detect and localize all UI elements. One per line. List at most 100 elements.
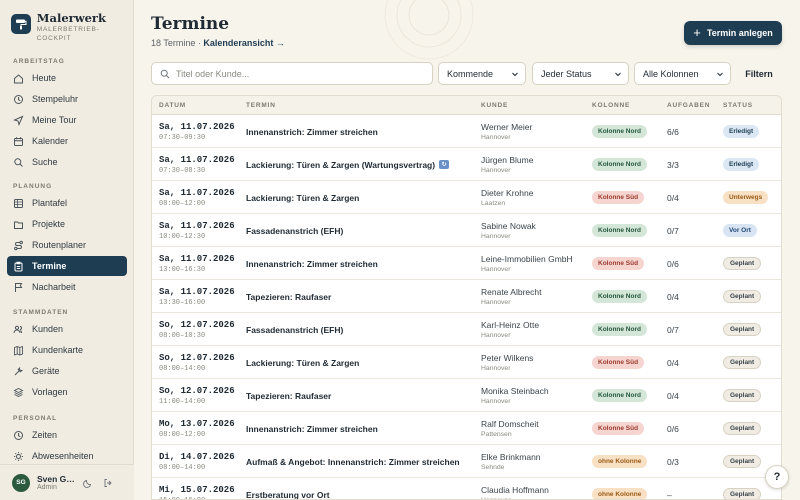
header-customer[interactable]: KUNDE <box>481 96 508 115</box>
header-date[interactable]: DATUM <box>159 96 186 115</box>
sidebar-item-label: Kalender <box>32 136 69 146</box>
sidebar-item-abwesenheiten[interactable]: Abwesenheiten <box>7 446 127 466</box>
time-filter-select[interactable]: Kommende <box>438 62 526 85</box>
customer-name: Dieter Krohne <box>481 188 534 198</box>
sidebar-item-heute[interactable]: Heute <box>7 68 127 88</box>
status-cell: Geplant <box>723 346 762 379</box>
sidebar-item-kunden[interactable]: Kunden <box>7 319 127 339</box>
appointment-cell[interactable]: Tapezieren: Raufaser <box>246 379 331 412</box>
sidebar-item-label: Zeiten <box>32 430 58 440</box>
tasks-cell: 0/4 <box>667 390 679 401</box>
table-row[interactable]: Sa, 11.07.2026 08:00–12:00 Lackierung: Tür… <box>152 181 781 214</box>
column-filter-select[interactable]: Alle Kolonnen <box>634 62 731 85</box>
appointment-cell[interactable]: Lackierung: Türen & Zargen <box>246 346 359 379</box>
column-cell: Kolonne Nord <box>592 214 647 247</box>
table-row[interactable]: Di, 14.07.2026 08:00–14:00 Aufmaß & Angebo… <box>152 445 781 478</box>
navigation-icon <box>13 115 24 126</box>
column-cell: Kolonne Nord <box>592 280 647 313</box>
search-input[interactable] <box>176 68 416 79</box>
time-text: 08:00–10:30 <box>159 332 206 340</box>
sidebar-item-vorlagen[interactable]: Vorlagen <box>7 382 127 402</box>
column-badge: Kolonne Süd <box>592 257 645 270</box>
sidebar-item-termine[interactable]: Termine <box>7 256 127 276</box>
customer-cell: Peter Wilkens Hannover <box>481 353 533 374</box>
sidebar-item-kundenkarte[interactable]: Kundenkarte <box>7 340 127 360</box>
date-text: Sa, 11.07.2026 <box>159 287 235 297</box>
status-filter-select[interactable]: Jeder Status <box>532 62 629 85</box>
sidebar-item-label: Suche <box>32 157 58 167</box>
table-row[interactable]: So, 12.07.2026 11:00–14:00 Tapezieren: Rau… <box>152 379 781 412</box>
table-row[interactable]: Sa, 11.07.2026 13:30–16:00 Tapezieren: Rau… <box>152 280 781 313</box>
new-appointment-button[interactable]: + Termin anlegen <box>684 21 782 45</box>
folder-icon <box>13 219 24 230</box>
table-row[interactable]: So, 12.07.2026 08:00–10:30 Fassadenanstric… <box>152 313 781 346</box>
appointment-cell[interactable]: Tapezieren: Raufaser <box>246 280 331 313</box>
table-row[interactable]: So, 12.07.2026 08:00–14:00 Lackierung: Tür… <box>152 346 781 379</box>
sidebar-item-plantafel[interactable]: Plantafel <box>7 193 127 213</box>
sidebar-item-meine-tour[interactable]: Meine Tour <box>7 110 127 130</box>
status-badge: Geplant <box>723 290 762 303</box>
header-tasks[interactable]: AUFGABEN <box>667 96 710 115</box>
customer-cell: Jürgen Blume Hannover <box>481 155 533 176</box>
appointment-title: Lackierung: Türen & Zargen (Wartungsvert… <box>246 159 436 170</box>
appointment-cell[interactable]: Fassadenanstrich (EFH) <box>246 214 343 247</box>
time-text: 08:00–14:00 <box>159 464 206 472</box>
help-button[interactable]: ? <box>765 465 789 489</box>
header-status[interactable]: STATUS <box>723 96 753 115</box>
sidebar: Malerwerk MALERBETRIEB-COCKPIT ARBEITSTA… <box>0 0 134 500</box>
home-icon <box>13 73 24 84</box>
status-cell: Geplant <box>723 412 762 445</box>
column-cell: Kolonne Süd <box>592 181 645 214</box>
appointment-cell[interactable]: Fassadenanstrich (EFH) <box>246 313 343 346</box>
status-cell: Geplant <box>723 280 762 313</box>
sidebar-item-kalender[interactable]: Kalender <box>7 131 127 151</box>
sidebar-item-zeiten[interactable]: Zeiten <box>7 425 127 445</box>
sidebar-item-projekte[interactable]: Projekte <box>7 214 127 234</box>
brand[interactable]: Malerwerk MALERBETRIEB-COCKPIT <box>0 0 133 52</box>
time-text: 15:00–16:00 <box>159 496 235 499</box>
filter-button[interactable]: Filtern <box>738 62 780 85</box>
sidebar-item-routenplaner[interactable]: Routenplaner <box>7 235 127 255</box>
user-name: Sven Ga... <box>37 474 75 484</box>
appointment-title: Innenanstrich: Zimmer streichen <box>246 126 378 137</box>
header-appointment[interactable]: TERMIN <box>246 96 276 115</box>
table-row[interactable]: Mo, 13.07.2026 08:00–12:00 Innenanstrich: … <box>152 412 781 445</box>
search-box[interactable] <box>151 62 433 85</box>
sidebar-item-geräte[interactable]: Geräte <box>7 361 127 381</box>
tasks-cell: 0/3 <box>667 456 679 467</box>
chevron-down-icon <box>717 72 723 76</box>
sidebar-item-stempeluhr[interactable]: Stempeluhr <box>7 89 127 109</box>
customer-city: Hannover <box>481 332 511 339</box>
avatar[interactable]: SG <box>12 473 30 492</box>
appointment-cell[interactable]: Innenanstrich: Zimmer streichen <box>246 412 378 445</box>
table-row[interactable]: Sa, 11.07.2026 07:30–08:30 Lackierung: Tür… <box>152 148 781 181</box>
calendar-view-link[interactable]: Kalenderansicht → <box>203 38 285 48</box>
time-text: 08:00–14:00 <box>159 365 206 373</box>
appointment-count: 18 Termine <box>151 38 196 48</box>
appointment-cell[interactable]: Innenanstrich: Zimmer streichen <box>246 247 378 280</box>
moon-icon[interactable] <box>81 476 95 490</box>
table-row[interactable]: Sa, 11.07.2026 10:00–12:30 Fassadenanstric… <box>152 214 781 247</box>
status-badge: Geplant <box>723 257 762 270</box>
appointment-title: Aufmaß & Angebot: Innenanstrich: Zimmer … <box>246 456 460 467</box>
appointment-cell[interactable]: Erstberatung vor Ort <box>246 478 330 500</box>
appointment-cell[interactable]: Lackierung: Türen & Zargen (Wartungsvert… <box>246 148 450 181</box>
sidebar-item-suche[interactable]: Suche <box>7 152 127 172</box>
header-column[interactable]: KOLONNE <box>592 96 630 115</box>
customer-cell: Karl-Heinz Otte Hannover <box>481 320 539 341</box>
customer-name: Elke Brinkmann <box>481 452 541 462</box>
brand-subtitle: MALERBETRIEB-COCKPIT <box>36 26 100 42</box>
table-body: Sa, 11.07.2026 07:30–09:30 Innenanstrich: … <box>152 115 781 500</box>
appointment-cell[interactable]: Aufmaß & Angebot: Innenanstrich: Zimmer … <box>246 445 460 478</box>
status-cell: Geplant <box>723 379 762 412</box>
appointment-title: Tapezieren: Raufaser <box>246 390 332 401</box>
table-row[interactable]: Sa, 11.07.2026 13:00–16:30 Innenanstrich: … <box>152 247 781 280</box>
logout-icon[interactable] <box>101 476 115 490</box>
appointment-cell[interactable]: Lackierung: Türen & Zargen <box>246 181 359 214</box>
tasks-cell: 0/4 <box>667 291 679 302</box>
table-row[interactable]: Sa, 11.07.2026 07:30–09:30 Innenanstrich: … <box>152 115 781 148</box>
table-row[interactable]: Mi, 15.07.202615:00–16:00 Erstberatung vo… <box>152 478 781 500</box>
sidebar-item-nacharbeit[interactable]: Nacharbeit <box>7 277 127 297</box>
appointment-cell[interactable]: Innenanstrich: Zimmer streichen <box>246 115 378 148</box>
time-text: 08:00–12:00 <box>159 200 206 208</box>
